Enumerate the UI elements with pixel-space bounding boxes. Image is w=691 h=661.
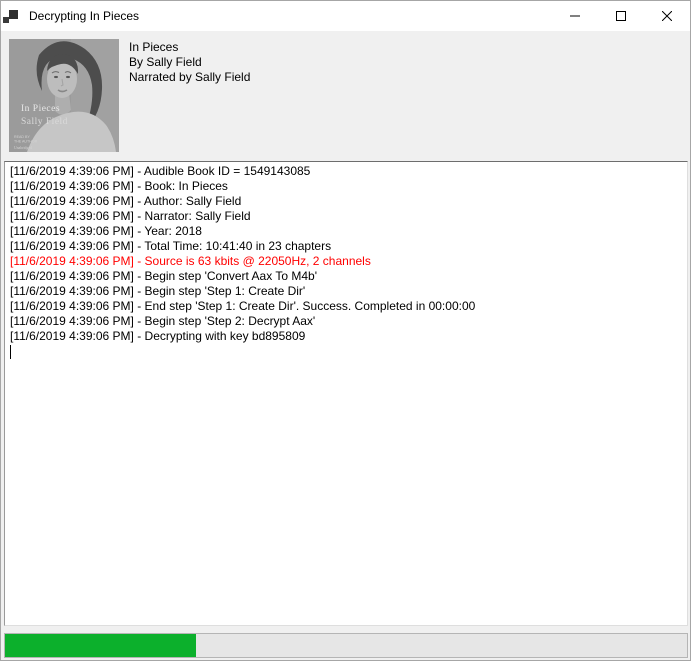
cover-author: Sally Field (21, 117, 68, 127)
log-line: [11/6/2019 4:39:06 PM] - Decrypting with… (10, 329, 685, 344)
log-line: [11/6/2019 4:39:06 PM] - Narrator: Sally… (10, 209, 685, 224)
log-line: [11/6/2019 4:39:06 PM] - Audible Book ID… (10, 164, 685, 179)
window-controls (552, 1, 690, 31)
log-line: [11/6/2019 4:39:06 PM] - Begin step 'Ste… (10, 314, 685, 329)
log-line: [11/6/2019 4:39:06 PM] - End step 'Step … (10, 299, 685, 314)
log-line: [11/6/2019 4:39:06 PM] - Begin step 'Ste… (10, 284, 685, 299)
log-line: [11/6/2019 4:39:06 PM] - Begin step 'Con… (10, 269, 685, 284)
log-line: [11/6/2019 4:39:06 PM] - Source is 63 kb… (10, 254, 685, 269)
minimize-icon (570, 11, 580, 21)
book-title: In Pieces (129, 40, 250, 55)
minimize-button[interactable] (552, 1, 598, 31)
app-icon (3, 8, 19, 24)
app-window: Decrypting In Pieces (0, 0, 691, 661)
log-line: [11/6/2019 4:39:06 PM] - Year: 2018 (10, 224, 685, 239)
progress-fill (5, 634, 196, 657)
window-title: Decrypting In Pieces (29, 9, 139, 23)
maximize-button[interactable] (598, 1, 644, 31)
book-author: By Sally Field (129, 55, 250, 70)
cover-read-by-line1: READ BY (14, 135, 30, 139)
log-line: [11/6/2019 4:39:06 PM] - Book: In Pieces (10, 179, 685, 194)
text-caret (10, 345, 11, 359)
log-line: [11/6/2019 4:39:06 PM] - Author: Sally F… (10, 194, 685, 209)
book-cover: In Pieces Sally Field READ BY THE AUTHOR… (9, 39, 119, 152)
log-lines: [11/6/2019 4:39:06 PM] - Audible Book ID… (10, 164, 685, 344)
cover-edition: Unabridged (14, 146, 32, 150)
title-bar: Decrypting In Pieces (1, 1, 690, 31)
close-icon (662, 11, 672, 21)
cover-read-by-line2: THE AUTHOR (14, 140, 38, 144)
log-textbox[interactable]: [11/6/2019 4:39:06 PM] - Audible Book ID… (4, 161, 688, 626)
maximize-icon (616, 11, 626, 21)
book-narrator: Narrated by Sally Field (129, 70, 250, 85)
close-button[interactable] (644, 1, 690, 31)
log-line: [11/6/2019 4:39:06 PM] - Total Time: 10:… (10, 239, 685, 254)
book-meta: In Pieces By Sally Field Narrated by Sal… (129, 40, 250, 85)
cover-title: In Pieces (21, 104, 60, 114)
progress-bar (4, 633, 688, 658)
